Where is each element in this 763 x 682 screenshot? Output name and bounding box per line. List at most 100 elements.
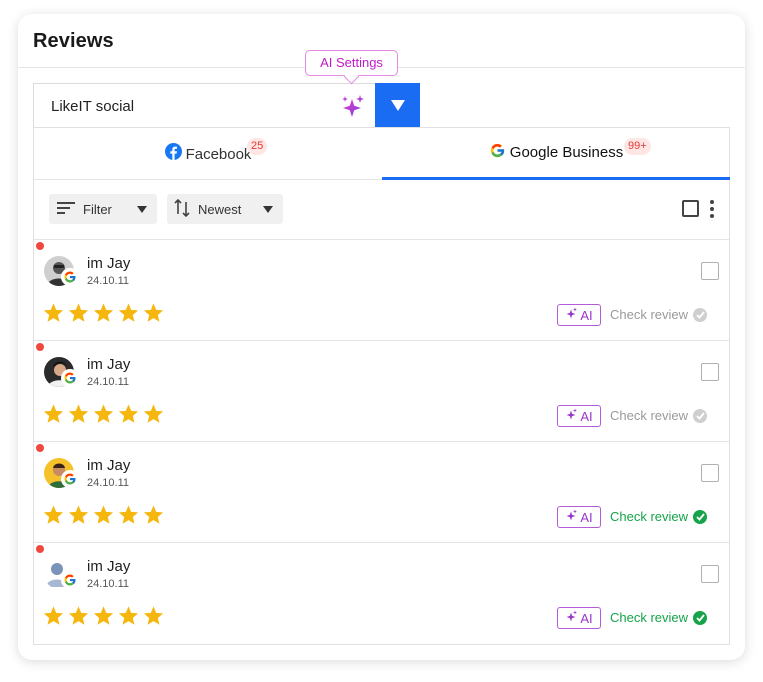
reviewer-name: im Jay: [87, 558, 131, 575]
star-icon: [42, 302, 67, 326]
star-icon: [117, 504, 142, 528]
star-icon: [117, 605, 142, 629]
review-list: im Jay 24.10.11 AI Check review im Jay 24.10.…: [34, 240, 729, 644]
review-item[interactable]: im Jay 24.10.11 AI Check review: [34, 543, 729, 644]
review-toolbar: Filter Newest: [34, 180, 729, 240]
platform-tabs: Facebook 25 Google Business 99+: [34, 127, 730, 180]
star-icon: [142, 302, 167, 326]
filter-icon: [57, 201, 75, 218]
facebook-count-badge: 25: [247, 138, 268, 155]
review-date: 24.10.11: [87, 578, 130, 590]
star-rating: [42, 504, 167, 528]
check-circle-icon: [693, 307, 708, 322]
review-date: 24.10.11: [87, 275, 130, 287]
check-review-button[interactable]: Check review: [610, 509, 708, 524]
check-circle-icon: [693, 509, 708, 524]
account-dropdown-button[interactable]: [375, 83, 420, 128]
page-title: Reviews: [33, 30, 114, 52]
unread-dot: [36, 444, 44, 452]
ai-settings-tooltip: AI Settings: [305, 50, 398, 76]
star-icon: [67, 302, 92, 326]
sparkle-icon: [565, 307, 580, 323]
filter-button[interactable]: Filter: [49, 194, 157, 224]
review-checkbox[interactable]: [701, 262, 719, 280]
facebook-icon: [164, 143, 182, 165]
sort-label: Newest: [198, 201, 242, 217]
star-icon: [92, 504, 117, 528]
ai-reply-button[interactable]: AI: [557, 304, 601, 326]
reviewer-name: im Jay: [87, 457, 131, 474]
check-review-button[interactable]: Check review: [610, 307, 708, 322]
ai-reply-button[interactable]: AI: [557, 506, 601, 528]
review-checkbox[interactable]: [701, 363, 719, 381]
review-item[interactable]: im Jay 24.10.11 AI Check review: [34, 341, 729, 442]
more-vertical-icon[interactable]: [708, 200, 716, 218]
review-item[interactable]: im Jay 24.10.11 AI Check review: [34, 240, 729, 341]
reviewer-name: im Jay: [87, 255, 131, 272]
check-review-label: Check review: [610, 307, 689, 322]
tab-facebook[interactable]: Facebook 25: [34, 128, 382, 180]
star-icon: [92, 302, 117, 326]
sparkle-icon: [565, 408, 580, 424]
check-review-button[interactable]: Check review: [610, 610, 708, 625]
star-rating: [42, 302, 167, 326]
star-icon: [142, 504, 167, 528]
review-checkbox[interactable]: [701, 464, 719, 482]
ai-label: AI: [580, 509, 593, 525]
review-checkbox[interactable]: [701, 565, 719, 583]
star-icon: [67, 504, 92, 528]
reviews-panel: Facebook 25 Google Business 99+ Filter N…: [33, 127, 730, 645]
select-all-checkbox[interactable]: [682, 200, 699, 217]
star-icon: [117, 302, 142, 326]
unread-dot: [36, 343, 44, 351]
check-circle-icon: [693, 610, 708, 625]
check-review-label: Check review: [610, 509, 689, 524]
ai-label: AI: [580, 408, 593, 424]
google-count-badge: 99+: [624, 138, 651, 155]
star-icon: [142, 403, 167, 427]
star-rating: [42, 605, 167, 629]
check-review-label: Check review: [610, 610, 689, 625]
tab-facebook-label: Facebook: [185, 145, 252, 163]
ai-label: AI: [580, 307, 593, 323]
star-icon: [117, 403, 142, 427]
filter-label: Filter: [83, 201, 112, 217]
star-icon: [92, 605, 117, 629]
google-icon: [61, 470, 79, 488]
google-icon: [61, 369, 79, 387]
reviews-card: Reviews AI Settings LikeIT social Facebo…: [18, 14, 745, 660]
unread-dot: [36, 545, 44, 553]
star-icon: [92, 403, 117, 427]
sparkle-icon: [565, 610, 580, 626]
star-icon: [142, 605, 167, 629]
sort-icon: [174, 198, 190, 220]
chevron-down-icon: [137, 206, 147, 213]
star-icon: [42, 605, 67, 629]
review-date: 24.10.11: [87, 477, 130, 489]
sparkle-icon: [565, 509, 580, 525]
google-icon: [61, 268, 79, 286]
account-select[interactable]: LikeIT social: [33, 83, 376, 128]
star-rating: [42, 403, 167, 427]
review-date: 24.10.11: [87, 376, 130, 388]
sparkle-icon[interactable]: [340, 94, 366, 120]
triangle-down-icon: [390, 100, 405, 111]
star-icon: [67, 403, 92, 427]
google-icon: [489, 142, 506, 164]
chevron-down-icon: [263, 206, 273, 213]
ai-label: AI: [580, 610, 593, 626]
tab-google-business-label: Google Business: [509, 144, 624, 161]
check-circle-icon: [693, 408, 708, 423]
account-name: LikeIT social: [51, 98, 135, 115]
star-icon: [67, 605, 92, 629]
check-review-button[interactable]: Check review: [610, 408, 708, 423]
unread-dot: [36, 242, 44, 250]
tab-google-business[interactable]: Google Business 99+: [382, 128, 730, 180]
ai-reply-button[interactable]: AI: [557, 607, 601, 629]
reviewer-name: im Jay: [87, 356, 131, 373]
ai-reply-button[interactable]: AI: [557, 405, 601, 427]
sort-button[interactable]: Newest: [167, 194, 283, 224]
google-icon: [61, 571, 79, 589]
review-item[interactable]: im Jay 24.10.11 AI Check review: [34, 442, 729, 543]
star-icon: [42, 504, 67, 528]
